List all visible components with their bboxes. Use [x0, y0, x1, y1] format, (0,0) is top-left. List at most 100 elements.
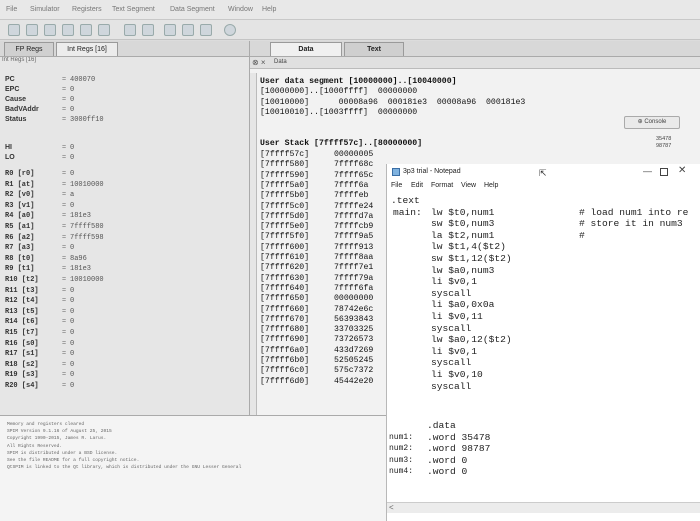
register-name: R15 [t7]	[5, 329, 39, 337]
stack-address: [7ffff57c]	[260, 150, 310, 159]
stack-value: 00000005	[334, 150, 374, 159]
data-label: num2:	[389, 444, 414, 454]
register-name: R19 [s3]	[5, 371, 39, 380]
stack-value: 7ffffcb9	[334, 222, 374, 232]
code-instruction: syscall	[431, 322, 472, 334]
run-icon[interactable]	[124, 24, 136, 36]
stack-address: [7ffff660]	[260, 304, 310, 314]
tab-text[interactable]: Text	[344, 42, 404, 56]
pause-icon[interactable]	[164, 24, 176, 36]
stack-address: [7ffff670]	[260, 314, 310, 324]
menu-registers[interactable]: Registers	[72, 6, 102, 13]
register-row: R3 [v1] = 0	[5, 201, 75, 210]
stack-value: 45442e20	[334, 376, 374, 386]
notepad-menu-help[interactable]: Help	[484, 182, 498, 189]
minimize-icon[interactable]: —	[643, 166, 652, 176]
code-instruction: lw $t1,4($t2)	[431, 241, 506, 253]
stack-value: 52505245	[334, 356, 374, 365]
stack-value: 56393843	[334, 314, 374, 324]
register-value: 0	[70, 329, 75, 337]
code-instruction: syscall	[431, 357, 472, 369]
register-name: R7 [a3]	[5, 244, 35, 253]
code-instruction: li $v0,1	[431, 345, 478, 357]
register-row: R0 [r0] = 0	[5, 170, 75, 178]
code-instruction: li $a0,0x0a	[431, 299, 495, 311]
register-row-cause: Cause = 0	[5, 96, 75, 104]
clear-registers-icon[interactable]	[80, 24, 92, 36]
print-icon[interactable]	[62, 24, 74, 36]
message-line: All Rights Reserved.	[7, 443, 63, 449]
code-comment: # store it in num3	[579, 218, 683, 230]
menu-help[interactable]: Help	[262, 6, 276, 13]
register-row: R10 [t2] = 10010000	[5, 276, 104, 284]
register-value: 7ffff598	[70, 233, 104, 242]
menu-file[interactable]: File	[6, 6, 17, 13]
tab-fp-regs[interactable]: FP Regs	[4, 42, 54, 56]
stack-value: 575c7372	[334, 366, 374, 376]
close-icon[interactable]: ⊗ ×	[252, 58, 266, 67]
tab-int-regs[interactable]: Int Regs [16]	[56, 42, 118, 56]
stop-icon[interactable]	[182, 24, 194, 36]
stack-value: 7ffff6fa	[334, 283, 374, 293]
help-icon[interactable]	[224, 24, 236, 36]
tab-data[interactable]: Data	[270, 42, 342, 56]
maximize-icon[interactable]	[660, 168, 668, 176]
register-row: R19 [s3] = 0	[5, 371, 75, 380]
message-line: See the file README for a full copyright…	[7, 458, 140, 463]
stack-address: [7ffff5d0]	[260, 211, 310, 221]
menu-window[interactable]: Window	[228, 6, 253, 13]
register-name: R4 [a0]	[5, 212, 35, 221]
notepad-menu-bar: File Edit Format View Help	[387, 181, 700, 193]
stack-address: [7ffff5b0]	[260, 191, 310, 201]
open-file-icon[interactable]	[8, 24, 20, 36]
register-value: 0	[70, 144, 75, 152]
stack-address: [7ffff630]	[260, 273, 310, 283]
stack-value: 33703325	[334, 325, 374, 335]
register-value: 400070	[70, 76, 96, 84]
stack-value: 7ffff79a	[334, 273, 374, 283]
data-label: num4:	[389, 467, 414, 477]
close-icon[interactable]: ✕	[678, 165, 686, 176]
menu-text-segment[interactable]: Text Segment	[112, 6, 155, 13]
register-name: HI	[5, 144, 12, 151]
data-directive: .word 35478	[427, 431, 491, 443]
notepad-horizontal-scrollbar[interactable]: <	[387, 502, 700, 513]
stack-value: 7ffff7e1	[334, 263, 374, 273]
stack-address: [7ffff650]	[260, 294, 310, 304]
data-sub-label: Data	[274, 59, 287, 65]
register-row-status: Status = 3000ff10	[5, 116, 104, 124]
reinitialize-icon[interactable]	[98, 24, 110, 36]
stack-address: [7ffff5c0]	[260, 201, 310, 211]
notepad-menu-format[interactable]: Format	[431, 182, 453, 189]
register-value: 0	[70, 106, 75, 114]
data-directive: .word 0	[427, 454, 468, 466]
notepad-menu-edit[interactable]: Edit	[411, 182, 423, 189]
notepad-text-area[interactable]: .text main: lw $t0,num1 # load num1 into re…	[387, 194, 700, 484]
register-name: R12 [t4]	[5, 297, 39, 306]
menu-simulator[interactable]: Simulator	[30, 6, 60, 13]
notepad-menu-file[interactable]: File	[391, 182, 402, 189]
register-name: R5 [a1]	[5, 223, 35, 231]
code-instruction: li $v0,10	[431, 369, 483, 380]
register-row-epc: EPC = 0	[5, 86, 75, 94]
save-log-icon[interactable]	[44, 24, 56, 36]
register-row: R8 [t0] = 8a96	[5, 254, 87, 263]
data-line: [10010010]..[1003ffff] 00000000	[260, 108, 418, 117]
notepad-menu-view[interactable]: View	[461, 182, 476, 189]
data-label: num1:	[389, 432, 414, 442]
console-button[interactable]: ⊕ Console	[624, 116, 680, 129]
menu-data-segment[interactable]: Data Segment	[170, 6, 215, 13]
register-value: 0	[70, 86, 75, 94]
stack-address: [7ffff680]	[260, 325, 310, 335]
register-name: R8 [t0]	[5, 254, 35, 263]
code-instruction: li $v0,1	[431, 276, 478, 288]
stack-value: 7ffffd7a	[334, 211, 374, 221]
step-icon[interactable]	[142, 24, 154, 36]
register-value: 0	[70, 286, 75, 295]
register-row: R18 [s2] = 0	[5, 360, 75, 369]
register-name: R2 [v0]	[5, 191, 35, 200]
reload-icon[interactable]	[26, 24, 38, 36]
register-name: Cause	[5, 96, 27, 103]
breakpoint-icon[interactable]	[200, 24, 212, 36]
notepad-window: 3p3 trial - Notepad ⇱ — ✕ File Edit Form…	[386, 164, 700, 521]
